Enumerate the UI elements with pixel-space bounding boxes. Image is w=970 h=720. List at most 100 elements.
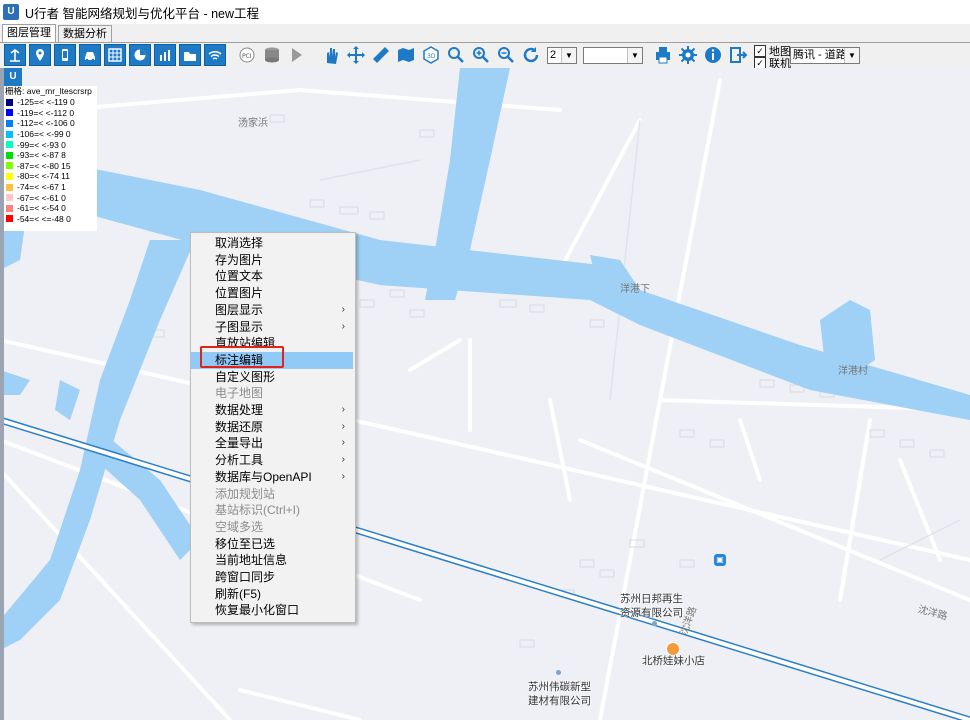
legend-item: -54=< <=-48 0: [4, 214, 97, 225]
legend-swatch: [6, 162, 13, 170]
highlight-annotation-box: [200, 346, 284, 368]
menu-item-label: 基站标识(Ctrl+I): [215, 503, 300, 518]
legend-label: -93=< <-87 8: [17, 150, 66, 161]
menu-item-15[interactable]: 数据库与OpenAPI ›: [191, 469, 353, 486]
legend-item: -119=< <-112 0: [4, 108, 97, 119]
car-icon[interactable]: [79, 44, 101, 66]
chevron-down-icon: ▼: [627, 48, 642, 63]
tab-data-analysis[interactable]: 数据分析: [58, 25, 112, 42]
legend-label: -80=< <-74 11: [17, 171, 71, 182]
menu-item-label: 恢复最小化窗口: [215, 603, 300, 618]
menu-item-9[interactable]: 自定义图形: [191, 369, 353, 386]
submenu-chevron-icon: ›: [341, 320, 345, 332]
menu-item-22[interactable]: 刷新(F5): [191, 586, 353, 603]
bar-chart-icon[interactable]: [154, 44, 176, 66]
menu-item-6[interactable]: 子图显示 ›: [191, 319, 353, 336]
legend-swatch: [6, 215, 13, 223]
legend-label: -61=< <-54 0: [17, 203, 66, 214]
value-select[interactable]: ▼: [583, 47, 643, 64]
ruler-icon[interactable]: [370, 44, 392, 66]
database-icon[interactable]: [261, 44, 283, 66]
legend-item: -112=< <-106 0: [4, 118, 97, 129]
submenu-chevron-icon: ›: [341, 404, 345, 415]
menu-item-16: 添加规划站: [191, 486, 353, 503]
legend-label: -74=< <-67 1: [17, 182, 66, 193]
legend-swatch: [6, 130, 13, 138]
magnifier-icon[interactable]: [445, 44, 467, 66]
bus-stop-icon[interactable]: ▣: [714, 554, 726, 566]
svg-text:3D: 3D: [427, 53, 436, 60]
menu-item-19[interactable]: 移位至已选: [191, 536, 353, 553]
poi-shop[interactable]: 北桥娃妹小店: [642, 654, 705, 668]
legend-label: -99=< <-93 0: [17, 139, 66, 150]
poi-company-2[interactable]: 苏州伟碳新型 建材有限公司: [528, 680, 591, 708]
menu-item-18: 空域多选: [191, 519, 353, 536]
zoom-out-icon[interactable]: [495, 44, 517, 66]
printer-icon[interactable]: [652, 44, 674, 66]
legend-swatch: [6, 151, 13, 159]
zoom-in-icon[interactable]: [470, 44, 492, 66]
location-pin-icon[interactable]: [29, 44, 51, 66]
menu-item-4[interactable]: 位置图片: [191, 285, 353, 302]
submenu-chevron-icon: ›: [341, 470, 345, 482]
tab-layer-management[interactable]: 图层管理: [2, 24, 56, 42]
menu-item-5[interactable]: 图层显示 ›: [191, 302, 353, 319]
menu-item-12[interactable]: 数据还原 ›: [191, 419, 353, 436]
legend-item: -74=< <-67 1: [4, 182, 97, 193]
grid-table-icon[interactable]: [104, 44, 126, 66]
pan-hand-icon[interactable]: [320, 44, 342, 66]
poi-company-1[interactable]: 苏州日邦再生 资源有限公司: [620, 592, 683, 620]
menu-item-21[interactable]: 跨窗口同步: [191, 569, 353, 586]
menu-item-1[interactable]: 取消选择: [191, 235, 353, 252]
menu-item-2[interactable]: 存为图片: [191, 252, 353, 269]
menu-item-label: 当前地址信息: [215, 553, 288, 568]
menu-item-14[interactable]: 分析工具 ›: [191, 452, 353, 469]
antenna-icon[interactable]: [4, 44, 26, 66]
map-label-village-2: 洋港下: [620, 284, 650, 295]
legend-logo-icon[interactable]: U: [4, 68, 22, 86]
menu-item-label: 图层显示: [215, 302, 264, 317]
settings-gear-icon[interactable]: [677, 44, 699, 66]
submenu-chevron-icon: ›: [341, 437, 345, 449]
3d-cube-icon[interactable]: 3D: [420, 44, 442, 66]
legend-panel: 栅格: ave_mr_ltescrsrp -125=< <-119 0 -119=…: [4, 86, 97, 231]
legend-swatch: [6, 183, 13, 191]
menu-item-3[interactable]: 位置文本: [191, 268, 353, 285]
tree-folder-icon[interactable]: [179, 44, 201, 66]
mobile-phone-icon[interactable]: [54, 44, 76, 66]
refresh-icon[interactable]: [520, 44, 542, 66]
legend-item: -106=< <-99 0: [4, 129, 97, 140]
wifi-icon[interactable]: [204, 44, 226, 66]
legend-swatch: [6, 98, 13, 106]
legend-swatch: [6, 204, 13, 212]
menu-item-label: 存为图片: [215, 252, 264, 267]
poi-dot-icon: [652, 621, 657, 626]
submenu-chevron-icon: ›: [341, 454, 345, 466]
legend-label: -87=< <-80 15: [17, 160, 71, 171]
menu-item-label: 取消选择: [215, 236, 264, 250]
move-arrows-icon[interactable]: [345, 44, 367, 66]
menu-item-10: 电子地图: [191, 385, 353, 402]
menu-item-13[interactable]: 全量导出 ›: [191, 435, 353, 452]
map-fold-icon[interactable]: [395, 44, 417, 66]
level-select[interactable]: 2 ▼: [547, 47, 577, 64]
exit-icon[interactable]: [727, 44, 749, 66]
legend-label: -67=< <-61 0: [17, 192, 66, 203]
pci-icon[interactable]: PCI: [236, 44, 258, 66]
pie-chart-icon[interactable]: [129, 44, 151, 66]
menu-item-label: 数据处理: [215, 403, 264, 417]
info-icon[interactable]: [702, 44, 724, 66]
map-base-layer: [0, 68, 970, 720]
map-source-select[interactable]: 腾讯 - 道路 ▼: [790, 47, 860, 64]
menu-item-23[interactable]: 恢复最小化窗口: [191, 602, 353, 619]
map-label-village-3: 洋港村: [838, 366, 868, 377]
legend-swatch: [6, 194, 13, 202]
menu-item-label: 子图显示: [215, 319, 264, 334]
legend-label: -54=< <=-48 0: [17, 213, 71, 224]
pointer-arrow-icon[interactable]: [286, 44, 308, 66]
svg-text:PCI: PCI: [242, 53, 252, 60]
menu-item-label: 位置图片: [215, 286, 264, 301]
menu-item-11[interactable]: 数据处理 ›: [191, 402, 353, 419]
menu-item-20[interactable]: 当前地址信息: [191, 552, 353, 569]
map-canvas[interactable]: 汤家浜 洋港下 洋港村 沈洋路 沈洋路 苏州日邦再生 资源有限公司 北桥娃妹小店 …: [0, 68, 970, 720]
